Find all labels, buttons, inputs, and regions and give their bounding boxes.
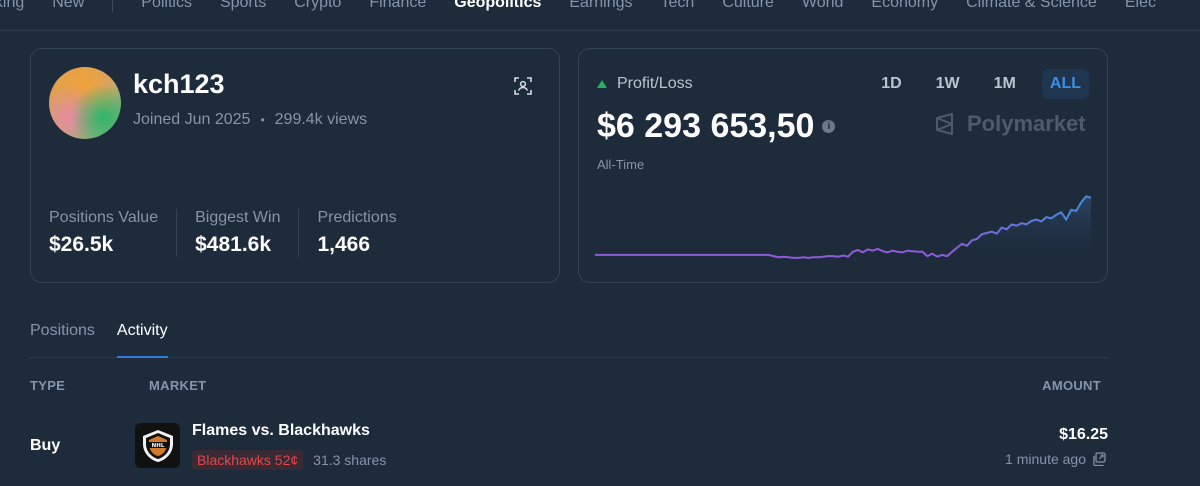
profile-card: kch123 Joined Jun 2025 • 299.4k views Po… xyxy=(30,48,560,283)
triangle-up-icon xyxy=(597,80,607,88)
nav-item-finance[interactable]: Finance xyxy=(369,0,426,14)
nav-item-economy[interactable]: Economy xyxy=(871,0,938,14)
outcome-badge: Blackhawks 52¢ xyxy=(192,450,304,470)
stat-label: Positions Value xyxy=(49,209,159,226)
top-nav: aking New Politics Sports Crypto Finance Geopo… xyxy=(0,0,1200,31)
column-header-market[interactable]: MARKET xyxy=(149,378,206,393)
stat-label: Predictions xyxy=(317,209,397,226)
nav-item-new[interactable]: New xyxy=(52,0,84,14)
range-tab-1d[interactable]: 1D xyxy=(873,69,909,99)
nav-item-elec[interactable]: Elec xyxy=(1125,0,1156,14)
info-icon[interactable]: i xyxy=(822,120,836,133)
column-header-amount[interactable]: AMOUNT xyxy=(1042,378,1101,393)
polymarket-brand: Polymarket xyxy=(933,111,1086,137)
profile-tabs: Positions Activity xyxy=(30,318,1108,358)
nhl-logo-icon: NHL xyxy=(135,423,180,468)
nav-item-world[interactable]: World xyxy=(802,0,844,14)
market-title[interactable]: Flames vs. Blackhawks xyxy=(192,422,370,440)
outcome-info: Blackhawks 52¢ 31.3 shares xyxy=(192,450,386,470)
pnl-period: All-Time xyxy=(597,157,645,172)
stat-positions-value: Positions Value $26.5k xyxy=(49,209,178,257)
column-header-type[interactable]: TYPE xyxy=(30,378,65,393)
pnl-chart xyxy=(595,195,1091,264)
pnl-title-text: Profit/Loss xyxy=(617,75,693,92)
views-count: 299.4k views xyxy=(274,111,368,128)
pnl-card: Profit/Loss 1D 1W 1M ALL $6 293 653,50 i Al… xyxy=(578,48,1108,283)
username: kch123 xyxy=(133,69,225,99)
range-tab-1m[interactable]: 1M xyxy=(986,69,1024,99)
table-row[interactable]: Buy NHL Flames vs. Blackhawks Blackhawks… xyxy=(30,418,1108,478)
stat-biggest-win: Biggest Win $481.6k xyxy=(195,209,300,257)
tab-positions[interactable]: Positions xyxy=(30,318,95,358)
nav-item-tech[interactable]: Tech xyxy=(661,0,695,14)
scan-icon[interactable] xyxy=(513,76,533,96)
nav-divider xyxy=(112,0,114,12)
pnl-amount: $6 293 653,50 xyxy=(597,107,815,145)
shares-count: 31.3 shares xyxy=(313,452,387,468)
time-ago: 1 minute ago xyxy=(1005,451,1086,467)
chart-area xyxy=(595,196,1091,264)
svg-text:NHL: NHL xyxy=(151,443,164,449)
stat-value: 1,466 xyxy=(317,233,371,256)
brand-name: Polymarket xyxy=(967,111,1086,136)
stat-value: $481.6k xyxy=(195,233,272,256)
activity-time: 1 minute ago xyxy=(1005,451,1106,467)
range-tab-all[interactable]: ALL xyxy=(1041,69,1089,99)
avatar xyxy=(49,67,121,139)
stat-label: Biggest Win xyxy=(195,209,281,226)
stat-predictions: Predictions 1,466 xyxy=(317,209,414,257)
nav-item-earnings[interactable]: Earnings xyxy=(569,0,632,14)
nav-item-culture[interactable]: Culture xyxy=(722,0,774,14)
activity-type: Buy xyxy=(30,437,61,454)
meta-separator: • xyxy=(260,113,265,127)
nav-item-sports[interactable]: Sports xyxy=(220,0,266,14)
tab-activity[interactable]: Activity xyxy=(116,318,168,358)
range-tab-1w[interactable]: 1W xyxy=(928,69,968,99)
polymarket-logo-icon xyxy=(936,113,953,135)
activity-amount: $16.25 xyxy=(1059,426,1108,443)
range-tabs: 1D 1W 1M ALL xyxy=(855,69,1089,99)
joined-date: Joined Jun 2025 xyxy=(133,111,251,128)
nav-item-crypto[interactable]: Crypto xyxy=(294,0,341,14)
nav-row: aking New Politics Sports Crypto Finance Geopo… xyxy=(0,0,1184,14)
profile-meta: Joined Jun 2025 • 299.4k views xyxy=(133,111,367,129)
stat-value: $26.5k xyxy=(49,233,114,256)
nav-item-climate-science[interactable]: Climate & Science xyxy=(966,0,1097,14)
pnl-title: Profit/Loss xyxy=(597,75,693,93)
nav-item-politics[interactable]: Politics xyxy=(141,0,192,14)
pnl-value: $6 293 653,50 i xyxy=(597,107,836,146)
nav-item-geopolitics[interactable]: Geopolitics xyxy=(454,0,541,14)
nav-item-aking[interactable]: aking xyxy=(0,0,24,14)
external-link-icon[interactable] xyxy=(1092,452,1106,466)
profile-stats: Positions Value $26.5k Biggest Win $481.… xyxy=(49,209,433,257)
